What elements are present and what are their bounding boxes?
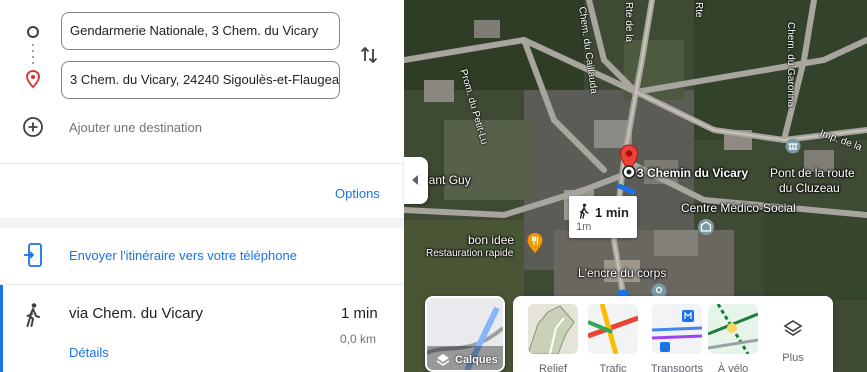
poi-label[interactable]: Centre Médico-Social [681, 201, 796, 215]
layer-more[interactable]: Plus [762, 304, 824, 364]
route-time-callout[interactable]: 1 min 1m [569, 196, 637, 238]
divider [0, 163, 404, 164]
walking-icon [26, 303, 40, 327]
divider [0, 284, 404, 285]
send-to-phone-button[interactable]: Envoyer l'itinéraire vers votre téléphon… [69, 248, 297, 263]
poi-label[interactable]: bon idee [468, 233, 514, 247]
more-layers-icon [783, 320, 803, 336]
poi-label: du Cluzeau [779, 181, 840, 195]
street-label: Rte [693, 2, 704, 18]
collapse-panel-button[interactable] [404, 157, 428, 204]
restaurant-icon[interactable] [526, 232, 544, 254]
origin-circle-icon [27, 26, 39, 38]
poi-label[interactable]: nant Guy [422, 173, 471, 187]
transit-thumbnail [651, 304, 703, 354]
layer-label: Transports [650, 363, 704, 372]
callout-time: 1 min [595, 205, 629, 220]
layer-transit[interactable]: Transports [646, 304, 708, 372]
add-destination-icon[interactable] [22, 116, 44, 138]
route-name[interactable]: via Chem. du Vicary [69, 305, 203, 322]
layer-label: À vélo [717, 363, 749, 372]
walking-icon [579, 203, 589, 219]
send-to-phone-icon[interactable] [22, 242, 44, 268]
route-dots [32, 44, 34, 66]
route-distance: 0,0 km [340, 332, 377, 346]
street-label: Rte de la [623, 2, 634, 43]
layers-options-panel: Relief Trafic Transports À vélo Plus [513, 296, 833, 372]
route-duration: 1 min [341, 305, 378, 322]
origin-input[interactable]: Gendarmerie Nationale, 3 Chem. du Vicary [61, 12, 340, 50]
directions-panel: Gendarmerie Nationale, 3 Chem. du Vicary… [0, 0, 404, 372]
layer-relief[interactable]: Relief [522, 304, 584, 372]
route-line [616, 183, 636, 195]
destination-label[interactable]: 3 Chemin du Vicary [637, 166, 748, 180]
layers-label: Calques [455, 354, 498, 366]
layer-traffic[interactable]: Trafic [582, 303, 644, 372]
landmark-icon[interactable] [785, 138, 801, 154]
layer-label: Trafic [599, 363, 627, 372]
medical-center-icon[interactable] [697, 218, 715, 236]
callout-distance: 1m [576, 221, 592, 233]
chevron-left-icon [412, 175, 418, 185]
poi-label[interactable]: L'encre du corps [578, 266, 666, 280]
destination-input[interactable]: 3 Chem. du Vicary, 24240 Sigoulès-et-Fla… [61, 61, 340, 99]
options-button[interactable]: Options [335, 186, 380, 201]
poi-category-label: Restauration rapide [426, 248, 514, 259]
add-destination-button[interactable]: Ajouter une destination [69, 120, 202, 135]
street-label: Chem. du Garonna [785, 22, 796, 108]
details-button[interactable]: Détails [69, 345, 109, 360]
origin-marker-icon[interactable] [622, 165, 636, 179]
swap-directions-icon[interactable] [356, 42, 382, 68]
layer-label: Relief [538, 363, 568, 372]
divider [0, 218, 404, 228]
layers-icon [436, 354, 450, 366]
bike-thumbnail [707, 303, 759, 355]
selected-route-indicator [0, 285, 3, 372]
relief-thumbnail [527, 304, 578, 355]
layer-bike[interactable]: À vélo [702, 303, 764, 372]
layer-label: Plus [782, 352, 804, 364]
poi-label[interactable]: Pont de la route [770, 166, 855, 180]
traffic-thumbnail [587, 303, 639, 355]
layers-button[interactable]: Calques [425, 296, 505, 372]
destination-pin-icon [26, 70, 40, 88]
